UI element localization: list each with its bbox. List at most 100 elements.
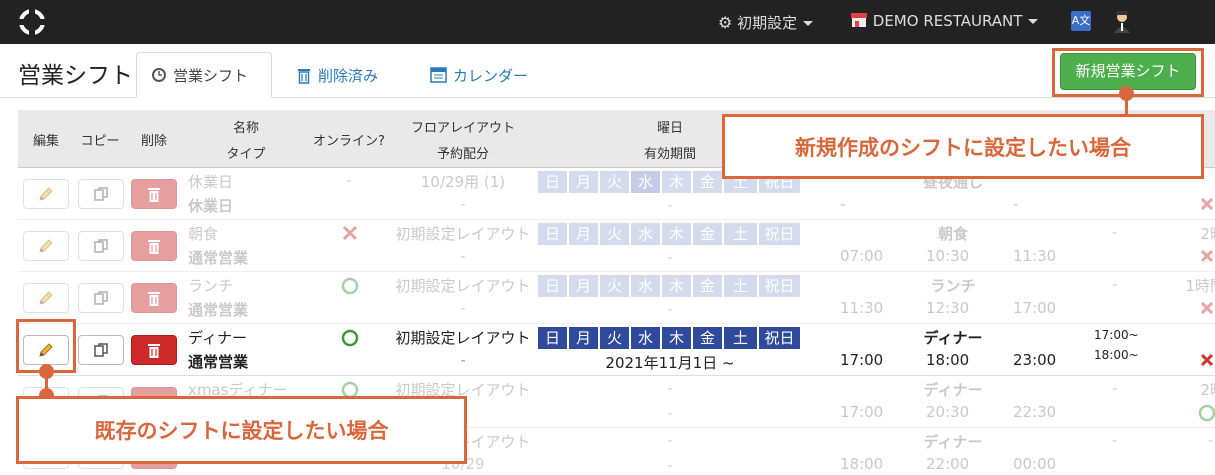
shift-type: 通常営業: [188, 353, 249, 371]
copy-icon: [94, 239, 108, 253]
gear-icon: ⚙: [718, 13, 733, 32]
weekday-badge: 日: [538, 223, 567, 245]
app-logo-icon[interactable]: [16, 7, 48, 37]
th-layout: フロアレイアウト: [410, 121, 515, 136]
floor-layout: 初期設定レイアウト: [395, 225, 531, 243]
settings-menu-label: 初期設定: [737, 14, 798, 32]
user-avatar-icon[interactable]: [1112, 10, 1132, 34]
page-title: 営業シフト: [18, 63, 133, 89]
delete-button[interactable]: [131, 283, 177, 313]
th-name: 名称: [232, 121, 259, 136]
copy-button[interactable]: [78, 335, 124, 365]
weekday-badge: 水: [631, 223, 660, 245]
edit-button[interactable]: [23, 283, 69, 313]
callout-new-shift: 新規作成のシフトに設定したい場合: [722, 114, 1204, 179]
weekday-badge: 土: [724, 275, 757, 297]
meal-label: 朝食: [937, 225, 968, 243]
copy-button[interactable]: [78, 179, 124, 209]
weekday-badge: 木: [662, 327, 691, 349]
pencil-icon: [39, 291, 53, 305]
dash: -: [1208, 431, 1214, 449]
delete-button[interactable]: [131, 179, 177, 209]
trash-icon: [298, 68, 310, 84]
connector-dot: [1119, 86, 1134, 101]
valid-period: 2021年11月1日 ~: [605, 354, 735, 372]
weekday-badge: 金: [693, 275, 722, 297]
tab-label: カレンダー: [453, 66, 529, 85]
edit-button[interactable]: [23, 179, 69, 209]
tab-deleted[interactable]: 削除済み: [282, 52, 392, 98]
edit-button[interactable]: [23, 231, 69, 261]
allocation: -: [460, 351, 466, 369]
slot-times: -: [1112, 431, 1118, 449]
meal-label: ディナー: [923, 381, 983, 399]
circle-icon: [341, 329, 359, 347]
tab-calendar[interactable]: カレンダー: [416, 52, 542, 98]
th-delete: 削除: [140, 134, 167, 149]
weekday-empty: -: [667, 431, 673, 449]
trash-icon: [148, 291, 160, 306]
time-end: 17:00: [1013, 299, 1057, 317]
time-start: 11:30: [840, 299, 884, 317]
table-row: ディナー 通常営業 初期設定レイアウト - 日月火水木金土祝日 2021年11月1日 ~ デ…: [18, 324, 1215, 376]
time-start: 17:00: [840, 351, 884, 369]
delete-button[interactable]: [131, 335, 177, 365]
trash-icon: [148, 343, 160, 358]
th-allocation: 予約配分: [436, 147, 489, 162]
weekday-badge: 祝日: [759, 223, 800, 245]
time-start: 18:00: [840, 455, 884, 473]
weekday-badge: 木: [662, 171, 691, 193]
weekday-badge: 水: [631, 171, 660, 193]
duration: -: [1165, 327, 1215, 345]
online-value: -: [346, 171, 352, 189]
time-end: 11:30: [1013, 247, 1057, 265]
time-end: 22:30: [1013, 403, 1057, 421]
copy-icon: [94, 343, 108, 357]
page-header: 営業シフト 営業シフト 削除済み カレンダー 新規営業シフト: [0, 44, 1215, 98]
allocation: -: [460, 247, 466, 265]
shift-name: 休業日: [188, 173, 234, 191]
weekday-badge: 月: [569, 275, 598, 297]
time-mid: 10:30: [926, 247, 970, 265]
top-navbar: ⚙ 初期設定 DEMO RESTAURANT A文: [0, 0, 1215, 44]
slot-times: 17:00~ 18:00~: [1094, 328, 1139, 362]
weekday-badge: 土: [724, 223, 757, 245]
pencil-icon: [39, 187, 53, 201]
copy-button[interactable]: [78, 231, 124, 261]
copy-icon: [94, 291, 108, 305]
weekday-badge: 月: [569, 327, 598, 349]
settings-menu[interactable]: ⚙ 初期設定: [718, 12, 814, 33]
weekday-badge: 日: [538, 171, 567, 193]
copy-button[interactable]: [78, 283, 124, 313]
cross-icon: [1200, 301, 1214, 315]
allocation: -: [460, 195, 466, 213]
language-icon[interactable]: A文: [1071, 11, 1091, 31]
time-mid: 20:30: [926, 403, 970, 421]
tab-shifts[interactable]: 営業シフト: [136, 52, 272, 98]
shift-name: ディナー: [188, 329, 247, 347]
weekday-badge: 土: [724, 327, 757, 349]
slot-times: -: [1112, 275, 1118, 293]
time-start: 17:00: [840, 403, 884, 421]
weekday-badge: 火: [600, 171, 629, 193]
slot-times: -: [1112, 223, 1118, 241]
weekday-badge: 日: [538, 327, 567, 349]
valid-period: -: [667, 300, 673, 318]
delete-button[interactable]: [131, 231, 177, 261]
floor-layout: 初期設定レイアウト: [395, 329, 531, 347]
valid-period: -: [667, 404, 673, 422]
shift-name: ランチ: [188, 277, 234, 295]
th-edit: 編集: [32, 134, 59, 149]
weekday-badge: 金: [693, 327, 722, 349]
weekday-badge: 水: [631, 275, 660, 297]
restaurant-menu[interactable]: DEMO RESTAURANT: [850, 12, 1039, 30]
cross-icon: [1200, 249, 1214, 263]
trash-icon: [148, 187, 160, 202]
cross-icon: [1200, 197, 1214, 211]
tab-label: 削除済み: [318, 66, 379, 85]
valid-period: -: [667, 196, 673, 214]
duration: 1時間: [1185, 277, 1215, 295]
weekday-badge: 月: [569, 223, 598, 245]
meal-label: ディナー: [923, 329, 983, 347]
weekday-badge: 月: [569, 171, 598, 193]
